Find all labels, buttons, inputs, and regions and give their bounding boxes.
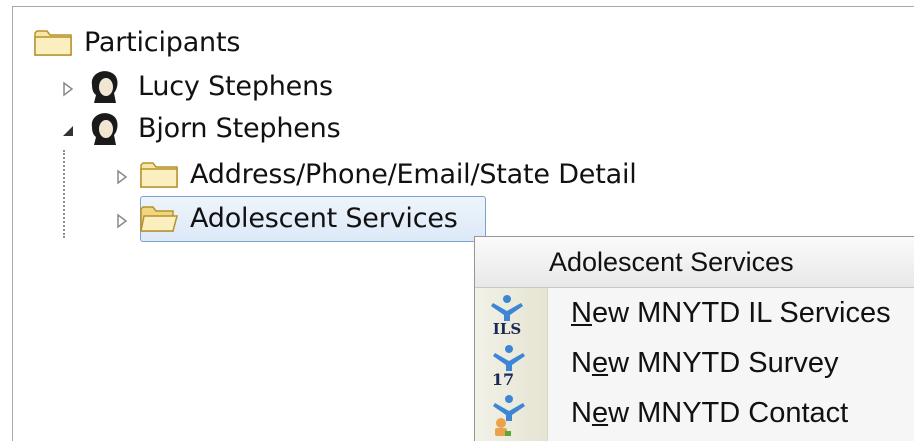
expand-arrow-icon[interactable] [111,210,133,232]
tree-node-label: Bjorn Stephens [138,112,341,144]
context-menu-title: Adolescent Services [549,247,794,277]
tree-node-adolescent-services[interactable]: Adolescent Services [140,198,458,238]
tree-node-label: Adolescent Services [190,202,458,234]
tree-node-bjorn-stephens[interactable]: Bjorn Stephens [84,108,341,148]
tree-connector-line [63,150,65,238]
menu-item-label: New MNYTD IL Services [571,297,891,329]
survey-17-icon: 17 [485,343,529,389]
expand-arrow-icon[interactable] [57,78,79,100]
context-menu: Adolescent Services ILS New MNYTD IL Ser… [474,236,914,441]
folder-icon [140,159,178,189]
open-folder-icon [140,203,178,233]
tree-node-label: Participants [84,26,241,58]
person-icon [84,67,124,105]
contact-icon [485,393,529,437]
tree-node-lucy-stephens[interactable]: Lucy Stephens [84,66,333,106]
tree-node-label: Address/Phone/Email/State Detail [190,158,637,190]
collapse-arrow-icon[interactable] [57,120,79,142]
menu-item-new-contact[interactable]: New MNYTD Contact [475,389,914,439]
menu-item-new-survey[interactable]: 17 New MNYTD Survey [475,339,914,389]
menu-item-label: New MNYTD Survey [571,347,839,379]
svg-text:ILS: ILS [493,320,521,337]
context-menu-header: Adolescent Services [475,237,914,288]
ils-icon: ILS [485,293,529,338]
folder-icon [34,27,72,57]
person-icon [84,109,124,147]
tree-node-participants[interactable]: Participants [34,22,240,62]
menu-item-new-il-services[interactable]: ILS New MNYTD IL Services [475,289,914,339]
expand-arrow-icon[interactable] [111,166,133,188]
tree-node-address-detail[interactable]: Address/Phone/Email/State Detail [140,154,637,194]
menu-item-label: New MNYTD Contact [571,397,849,429]
svg-text:17: 17 [492,370,514,387]
tree-node-label: Lucy Stephens [138,70,333,102]
